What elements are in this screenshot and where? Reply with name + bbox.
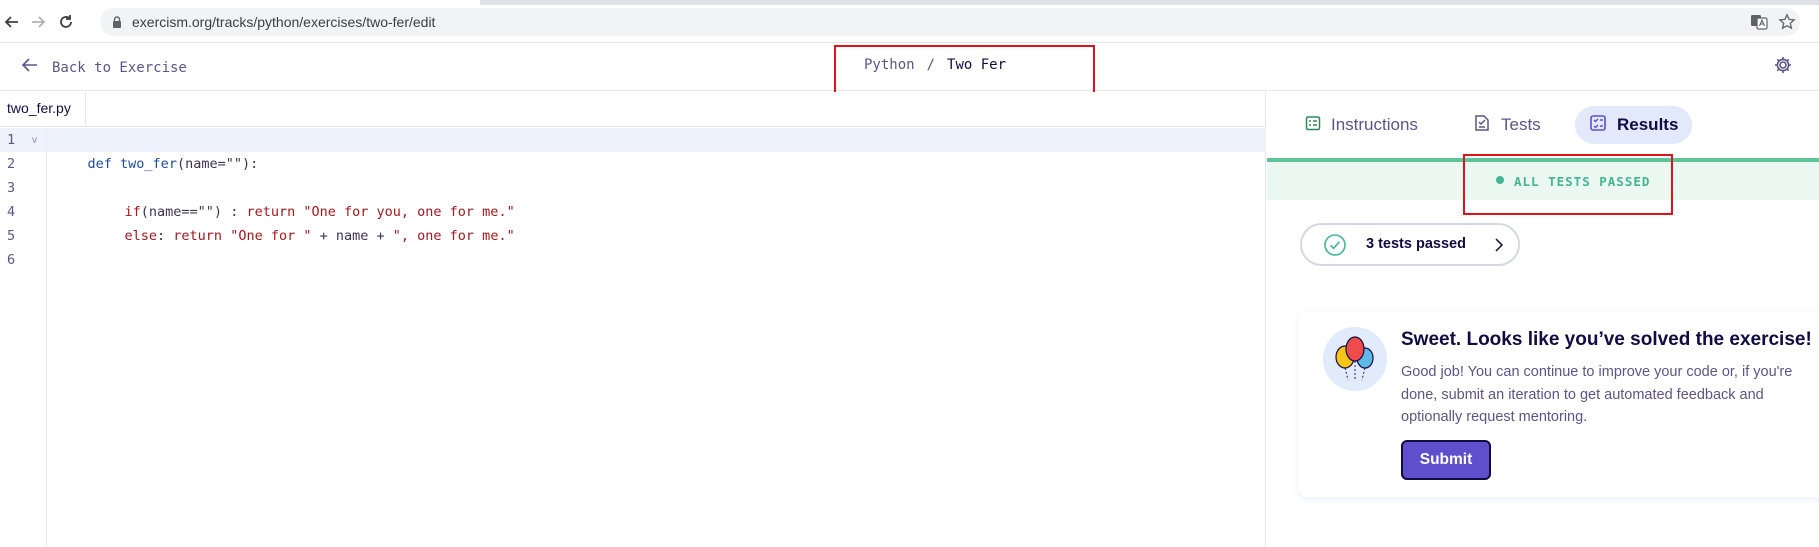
results-panel: Instructions Tests Results ALL TESTS PAS…: [1267, 92, 1819, 547]
file-tab[interactable]: two_fer.py: [0, 92, 86, 127]
line-number: 6: [7, 252, 16, 268]
annotation-highlight-box: [1463, 154, 1673, 215]
fold-chevron-icon[interactable]: v: [32, 135, 37, 146]
forward-arrow-icon[interactable]: [28, 12, 48, 32]
results-icon: [1589, 114, 1607, 137]
url-text: exercism.org/tracks/python/exercises/two…: [132, 14, 436, 30]
lock-icon: [110, 15, 124, 29]
submit-button[interactable]: Submit: [1401, 440, 1491, 480]
line-number: 4: [7, 204, 16, 220]
code-token: return: [173, 228, 223, 244]
code-line-4: else: return "One for " + name + ", one …: [92, 200, 515, 244]
code-editor[interactable]: two_fer.py v 1 2 3 4 5 6 def two_fer(nam…: [0, 92, 1266, 547]
success-title: Sweet. Looks like you’ve solved the exer…: [1401, 329, 1812, 350]
instructions-icon: [1305, 115, 1321, 136]
code-line-1: def two_fer(name=""):: [55, 128, 259, 172]
success-body: Good job! You can continue to improve yo…: [1401, 364, 1793, 425]
code-token: ", one for me.": [392, 228, 515, 244]
code-token: two_fer: [120, 156, 177, 172]
line-number: 1: [7, 132, 16, 148]
translate-icon[interactable]: [1750, 13, 1768, 31]
reload-icon[interactable]: [56, 12, 76, 32]
tests-summary-label: 3 tests passed: [1366, 236, 1466, 252]
breadcrumb-exercise: Two Fer: [947, 57, 1007, 73]
code-token: "One for ": [230, 228, 312, 244]
tab-instructions[interactable]: Instructions: [1291, 106, 1432, 144]
panel-tabs: Instructions Tests Results: [1267, 92, 1819, 158]
tab-divider: [86, 126, 1266, 127]
tab-label: Results: [1617, 115, 1679, 134]
line-number: 2: [7, 156, 16, 172]
code-token: def: [87, 156, 112, 172]
tests-summary-button[interactable]: 3 tests passed: [1300, 223, 1520, 266]
arrow-left-icon: [20, 55, 40, 80]
tab-strip: [0, 0, 1819, 5]
back-label: Back to Exercise: [52, 59, 187, 76]
tab-tests[interactable]: Tests: [1459, 106, 1555, 144]
line-number: 5: [7, 228, 16, 244]
back-to-exercise-link[interactable]: Back to Exercise: [20, 55, 187, 80]
chevron-right-icon: [1492, 237, 1506, 253]
line-number: 3: [7, 180, 16, 196]
breadcrumb-separator: /: [926, 57, 936, 73]
tab-results[interactable]: Results: [1575, 106, 1693, 144]
code-token: else: [124, 228, 158, 244]
code-token: + name +: [311, 228, 393, 244]
check-circle-icon: [1324, 234, 1346, 256]
code-token: :: [157, 228, 174, 244]
code-token: (name=""):: [176, 156, 259, 172]
tests-icon: [1473, 114, 1491, 137]
breadcrumb-track[interactable]: Python: [864, 57, 915, 73]
back-arrow-icon[interactable]: [2, 12, 22, 32]
code-line-3: if(name=="") : return "One for you, one …: [92, 176, 515, 220]
success-card: Sweet. Looks like you’ve solved the exer…: [1299, 311, 1819, 497]
address-bar[interactable]: exercism.org/tracks/python/exercises/two…: [100, 8, 1800, 36]
gear-icon[interactable]: [1773, 55, 1793, 75]
browser-toolbar: exercism.org/tracks/python/exercises/two…: [0, 0, 1819, 43]
bookmark-star-icon[interactable]: [1778, 13, 1796, 31]
tab-label: Tests: [1501, 115, 1541, 134]
editor-header: Back to Exercise Python / Two Fer: [0, 43, 1819, 100]
breadcrumb: Python / Two Fer: [864, 57, 1006, 73]
tab-label: Instructions: [1331, 115, 1418, 134]
balloons-icon: [1323, 327, 1387, 391]
